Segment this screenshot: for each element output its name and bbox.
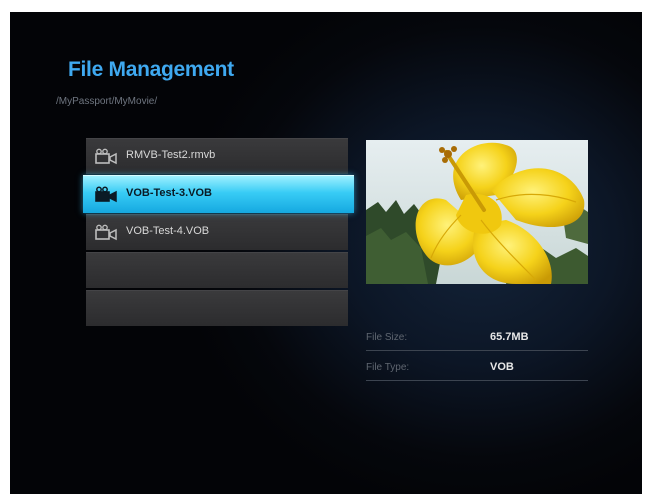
file-management-screen: File Management /MyPassport/MyMovie/ RMV… xyxy=(10,12,642,494)
tv-frame: File Management /MyPassport/MyMovie/ RMV… xyxy=(0,0,652,496)
file-type-value: VOB xyxy=(490,361,514,373)
file-size-value: 65.7MB xyxy=(490,331,529,343)
file-item-vob-test-4[interactable]: VOB-Test-4.VOB xyxy=(86,214,348,250)
file-type-row: File Type: VOB xyxy=(366,354,588,381)
file-list: RMVB-Test2.rmvb VOB-Test-3.VOB VOB-Test-… xyxy=(83,138,354,328)
file-name: VOB-Test-4.VOB xyxy=(126,225,210,237)
file-name: RMVB-Test2.rmvb xyxy=(126,149,216,161)
file-name: VOB-Test-3.VOB xyxy=(126,187,212,199)
file-type-label: File Type: xyxy=(366,362,410,373)
page-title: File Management xyxy=(68,58,234,81)
video-camera-icon xyxy=(94,148,120,166)
file-size-label: File Size: xyxy=(366,332,408,343)
empty-file-slot xyxy=(86,252,348,288)
empty-file-slot xyxy=(86,290,348,326)
video-camera-icon xyxy=(94,224,120,242)
breadcrumb-path: /MyPassport/MyMovie/ xyxy=(56,96,158,107)
file-item-rmvb-test2[interactable]: RMVB-Test2.rmvb xyxy=(86,138,348,174)
preview-thumbnail xyxy=(366,140,588,284)
file-item-vob-test-3[interactable]: VOB-Test-3.VOB xyxy=(83,175,354,213)
video-camera-icon xyxy=(94,186,120,204)
file-size-row: File Size: 65.7MB xyxy=(366,324,588,351)
